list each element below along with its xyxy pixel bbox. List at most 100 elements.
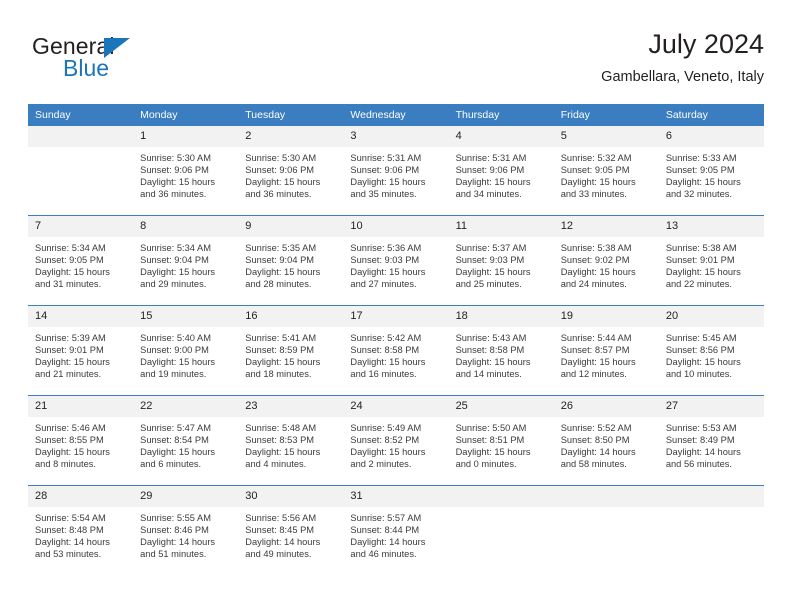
calendar-day-cell[interactable]: 26 Sunrise: 5:52 AM Sunset: 8:50 PM Dayligh…	[553, 395, 659, 486]
day-number: 12	[553, 216, 659, 237]
sunset-text: Sunset: 8:52 PM	[350, 435, 420, 446]
daylight-text-line2: and 36 minutes.	[140, 189, 207, 200]
day-number: 2	[238, 126, 344, 147]
day-number: 31	[343, 486, 449, 507]
day-number: 4	[448, 126, 554, 147]
sunset-text: Sunset: 9:05 PM	[560, 165, 630, 176]
day-number: 21	[28, 396, 134, 417]
day-cell-inner: 31 Sunrise: 5:57 AM Sunset: 8:44 PM Dayligh…	[343, 486, 449, 575]
day-cell-inner: 6 Sunrise: 5:33 AM Sunset: 9:05 PM Daylight…	[658, 126, 764, 215]
calendar-day-cell[interactable]: 9 Sunrise: 5:35 AM Sunset: 9:04 PM Daylight…	[238, 215, 344, 306]
sunrise-text: Sunrise: 5:30 AM	[245, 153, 317, 163]
day-sun-info: Sunrise: 5:49 AM Sunset: 8:52 PM Daylight:…	[343, 417, 448, 470]
day-cell-inner: 22 Sunrise: 5:47 AM Sunset: 8:54 PM Dayligh…	[133, 396, 239, 485]
sunset-text: Sunset: 8:49 PM	[665, 435, 735, 446]
sunrise-text: Sunrise: 5:44 AM	[560, 333, 632, 343]
sunrise-text: Sunrise: 5:54 AM	[35, 513, 106, 523]
daylight-text-line1: Daylight: 15 hours	[665, 177, 741, 188]
daylight-text-line1: Daylight: 14 hours	[35, 537, 110, 548]
calendar-day-cell[interactable]: 28 Sunrise: 5:54 AM Sunset: 8:48 PM Dayligh…	[28, 485, 134, 575]
calendar-day-cell[interactable]: 14 Sunrise: 5:39 AM Sunset: 9:01 PM Dayligh…	[28, 305, 134, 396]
calendar-day-cell[interactable]: 21 Sunrise: 5:46 AM Sunset: 8:55 PM Dayligh…	[28, 395, 134, 486]
sunset-text: Sunset: 9:01 PM	[665, 255, 735, 266]
day-number: 20	[658, 306, 764, 327]
day-cell-inner: 7 Sunrise: 5:34 AM Sunset: 9:05 PM Daylight…	[28, 216, 134, 305]
calendar-day-cell[interactable]: 29 Sunrise: 5:55 AM Sunset: 8:46 PM Dayligh…	[133, 485, 239, 575]
calendar-day-cell[interactable]: 13 Sunrise: 5:38 AM Sunset: 9:01 PM Dayligh…	[658, 215, 764, 306]
day-sun-info: Sunrise: 5:44 AM Sunset: 8:57 PM Daylight:…	[554, 327, 659, 380]
calendar-day-cell[interactable]: 17 Sunrise: 5:42 AM Sunset: 8:58 PM Dayligh…	[343, 305, 449, 396]
sunrise-text: Sunrise: 5:49 AM	[350, 423, 422, 433]
calendar-day-cell[interactable]: 18 Sunrise: 5:43 AM Sunset: 8:58 PM Dayligh…	[448, 305, 554, 396]
day-number: 27	[658, 396, 764, 417]
calendar-day-cell[interactable]: 12 Sunrise: 5:38 AM Sunset: 9:02 PM Dayligh…	[553, 215, 659, 306]
day-sun-info: Sunrise: 5:40 AM Sunset: 9:00 PM Daylight:…	[133, 327, 238, 380]
daylight-text-line1: Daylight: 15 hours	[455, 447, 531, 458]
day-cell-inner: 14 Sunrise: 5:39 AM Sunset: 9:01 PM Dayligh…	[28, 306, 134, 395]
calendar-day-cell[interactable]: 11 Sunrise: 5:37 AM Sunset: 9:03 PM Dayligh…	[448, 215, 554, 306]
calendar-day-cell[interactable]: 2 Sunrise: 5:30 AM Sunset: 9:06 PM Daylight…	[238, 126, 344, 216]
daylight-text-line1: Daylight: 15 hours	[455, 267, 531, 278]
calendar-day-cell[interactable]: 8 Sunrise: 5:34 AM Sunset: 9:04 PM Daylight…	[133, 215, 239, 306]
day-number: 14	[28, 306, 134, 327]
sunset-text: Sunset: 9:03 PM	[455, 255, 525, 266]
calendar-day-cell[interactable]: 24 Sunrise: 5:49 AM Sunset: 8:52 PM Dayligh…	[343, 395, 449, 486]
day-cell-inner: 2 Sunrise: 5:30 AM Sunset: 9:06 PM Daylight…	[238, 126, 344, 215]
calendar-day-cell[interactable]: 22 Sunrise: 5:47 AM Sunset: 8:54 PM Dayligh…	[133, 395, 239, 486]
day-cell-inner: 15 Sunrise: 5:40 AM Sunset: 9:00 PM Dayligh…	[133, 306, 239, 395]
page-subtitle: Gambellara, Veneto, Italy	[601, 69, 764, 85]
daylight-text-line2: and 46 minutes.	[350, 549, 417, 560]
calendar-day-cell[interactable]: 1 Sunrise: 5:30 AM Sunset: 9:06 PM Daylight…	[133, 126, 239, 216]
weekday-header-friday: Friday	[553, 104, 659, 126]
day-sun-info: Sunrise: 5:50 AM Sunset: 8:51 PM Daylight:…	[449, 417, 554, 470]
daylight-text-line1: Daylight: 15 hours	[35, 447, 110, 458]
day-number	[658, 486, 764, 507]
day-cell-inner: 13 Sunrise: 5:38 AM Sunset: 9:01 PM Dayligh…	[658, 216, 764, 305]
calendar-day-cell[interactable]: 4 Sunrise: 5:31 AM Sunset: 9:06 PM Daylight…	[448, 126, 554, 216]
calendar-day-cell[interactable]: 5 Sunrise: 5:32 AM Sunset: 9:05 PM Daylight…	[553, 126, 659, 216]
day-number: 17	[343, 306, 449, 327]
daylight-text-line1: Daylight: 15 hours	[140, 177, 216, 188]
calendar-day-cell[interactable]: 6 Sunrise: 5:33 AM Sunset: 9:05 PM Daylight…	[658, 126, 764, 216]
daylight-text-line1: Daylight: 15 hours	[560, 357, 636, 368]
day-cell-inner: 11 Sunrise: 5:37 AM Sunset: 9:03 PM Dayligh…	[448, 216, 554, 305]
day-number: 10	[343, 216, 449, 237]
calendar-day-cell[interactable]: 20 Sunrise: 5:45 AM Sunset: 8:56 PM Dayligh…	[658, 305, 764, 396]
sunset-text: Sunset: 8:51 PM	[455, 435, 525, 446]
sunrise-text: Sunrise: 5:47 AM	[140, 423, 211, 433]
calendar-page: General Blue July 2024 Gambellara, Venet…	[0, 0, 792, 612]
day-sun-info: Sunrise: 5:56 AM Sunset: 8:45 PM Daylight:…	[238, 507, 343, 560]
calendar-day-cell[interactable]: 16 Sunrise: 5:41 AM Sunset: 8:59 PM Dayligh…	[238, 305, 344, 396]
calendar-day-cell[interactable]: 27 Sunrise: 5:53 AM Sunset: 8:49 PM Dayligh…	[658, 395, 764, 486]
sunrise-text: Sunrise: 5:40 AM	[140, 333, 211, 343]
day-cell-inner: 1 Sunrise: 5:30 AM Sunset: 9:06 PM Daylight…	[133, 126, 239, 215]
day-number: 9	[238, 216, 344, 237]
calendar-day-cell[interactable]: 15 Sunrise: 5:40 AM Sunset: 9:00 PM Dayligh…	[133, 305, 239, 396]
day-number: 24	[343, 396, 449, 417]
daylight-text-line2: and 6 minutes.	[140, 459, 202, 470]
calendar-day-cell[interactable]: 25 Sunrise: 5:50 AM Sunset: 8:51 PM Dayligh…	[448, 395, 554, 486]
calendar-day-cell[interactable]: 10 Sunrise: 5:36 AM Sunset: 9:03 PM Dayligh…	[343, 215, 449, 306]
day-cell-inner: 27 Sunrise: 5:53 AM Sunset: 8:49 PM Dayligh…	[658, 396, 764, 485]
calendar-day-cell[interactable]: 31 Sunrise: 5:57 AM Sunset: 8:44 PM Dayligh…	[343, 485, 449, 575]
calendar-day-cell[interactable]: 3 Sunrise: 5:31 AM Sunset: 9:06 PM Daylight…	[343, 126, 449, 216]
day-sun-info: Sunrise: 5:54 AM Sunset: 8:48 PM Daylight:…	[28, 507, 133, 560]
sunset-text: Sunset: 8:54 PM	[140, 435, 209, 446]
weekday-header-sunday: Sunday	[28, 104, 134, 126]
calendar-day-cell[interactable]: 19 Sunrise: 5:44 AM Sunset: 8:57 PM Dayligh…	[553, 305, 659, 396]
day-sun-info: Sunrise: 5:55 AM Sunset: 8:46 PM Daylight:…	[133, 507, 238, 560]
day-sun-info: Sunrise: 5:38 AM Sunset: 9:02 PM Daylight:…	[554, 237, 659, 290]
calendar-day-cell[interactable]: 30 Sunrise: 5:56 AM Sunset: 8:45 PM Dayligh…	[238, 485, 344, 575]
sunrise-text: Sunrise: 5:38 AM	[560, 243, 632, 253]
day-sun-info: Sunrise: 5:36 AM Sunset: 9:03 PM Daylight:…	[343, 237, 448, 290]
calendar-day-cell[interactable]: 23 Sunrise: 5:48 AM Sunset: 8:53 PM Dayligh…	[238, 395, 344, 486]
weekday-header-saturday: Saturday	[658, 104, 764, 126]
sunset-text: Sunset: 9:04 PM	[140, 255, 209, 266]
sunset-text: Sunset: 8:59 PM	[245, 345, 315, 356]
sunset-text: Sunset: 9:05 PM	[35, 255, 104, 266]
day-sun-info: Sunrise: 5:34 AM Sunset: 9:04 PM Daylight:…	[133, 237, 238, 290]
day-cell-inner: 18 Sunrise: 5:43 AM Sunset: 8:58 PM Dayligh…	[448, 306, 554, 395]
sunrise-text: Sunrise: 5:30 AM	[140, 153, 211, 163]
day-number: 3	[343, 126, 449, 147]
calendar-day-cell[interactable]: 7 Sunrise: 5:34 AM Sunset: 9:05 PM Daylight…	[28, 215, 134, 306]
